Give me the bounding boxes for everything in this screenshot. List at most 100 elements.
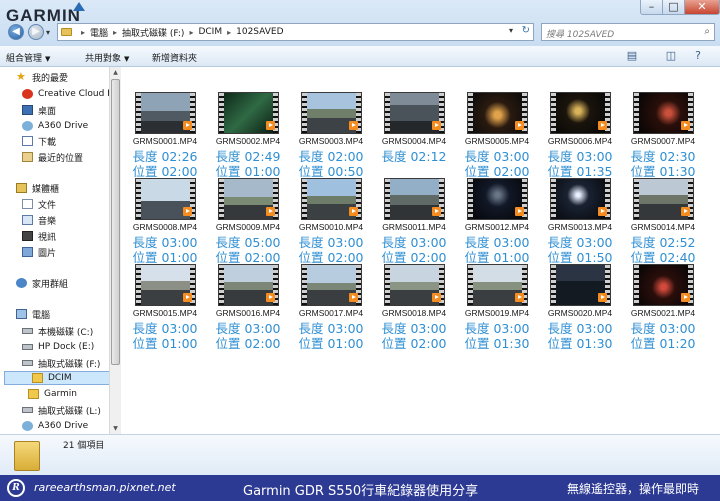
- file-tile[interactable]: GRMS0018.MP4 長度 03:00 位置 02:00: [375, 264, 453, 351]
- recent-pages-dropdown-icon[interactable]: ▾: [46, 28, 50, 37]
- minimize-button[interactable]: –: [640, 0, 663, 15]
- scroll-down-icon[interactable]: ▼: [110, 423, 121, 434]
- file-name[interactable]: GRMS0009.MP4: [209, 222, 287, 232]
- new-folder-button[interactable]: 新增資料夾: [152, 51, 197, 64]
- file-name[interactable]: GRMS0007.MP4: [624, 136, 702, 146]
- file-tile[interactable]: GRMS0017.MP4 長度 03:00 位置 01:00: [292, 264, 370, 351]
- file-tile[interactable]: GRMS0010.MP4 長度 03:00 位置 02:00: [292, 178, 370, 265]
- back-button[interactable]: ◀: [8, 24, 24, 40]
- sidebar-item-15[interactable]: 抽取式磁碟 (F:): [22, 356, 100, 370]
- sidebar-item-10[interactable]: 圖片: [22, 245, 56, 259]
- file-tile[interactable]: GRMS0002.MP4 長度 02:49 位置 01:00: [209, 92, 287, 179]
- file-name[interactable]: GRMS0017.MP4: [292, 308, 370, 318]
- share-menu[interactable]: 共用對象 ▼: [85, 51, 129, 64]
- file-name[interactable]: GRMS0012.MP4: [458, 222, 536, 232]
- video-thumbnail[interactable]: [467, 178, 528, 220]
- sidebar-item-4[interactable]: 下載: [22, 134, 56, 148]
- forward-button[interactable]: ▶: [28, 24, 44, 40]
- sidebar-item-17[interactable]: Garmin: [28, 387, 77, 401]
- organize-menu[interactable]: 組合管理 ▼: [6, 51, 50, 64]
- file-name[interactable]: GRMS0020.MP4: [541, 308, 619, 318]
- file-tile[interactable]: GRMS0006.MP4 長度 03:00 位置 01:35: [541, 92, 619, 179]
- file-tile[interactable]: GRMS0019.MP4 長度 03:00 位置 01:30: [458, 264, 536, 351]
- file-name[interactable]: GRMS0003.MP4: [292, 136, 370, 146]
- video-thumbnail[interactable]: [384, 92, 445, 134]
- scrollbar-thumb[interactable]: [111, 79, 120, 365]
- file-tile[interactable]: GRMS0004.MP4 長度 02:12: [375, 92, 453, 178]
- video-thumbnail[interactable]: [218, 92, 279, 134]
- video-thumbnail[interactable]: [218, 264, 279, 306]
- video-thumbnail[interactable]: [301, 92, 362, 134]
- file-name[interactable]: GRMS0002.MP4: [209, 136, 287, 146]
- sidebar-item-1[interactable]: Creative Cloud F: [22, 87, 112, 101]
- preview-pane-icon[interactable]: ◫: [663, 49, 679, 63]
- sidebar-item-12[interactable]: 電腦: [16, 307, 50, 321]
- video-thumbnail[interactable]: [467, 92, 528, 134]
- file-name[interactable]: GRMS0019.MP4: [458, 308, 536, 318]
- file-name[interactable]: GRMS0005.MP4: [458, 136, 536, 146]
- video-thumbnail[interactable]: [633, 92, 694, 134]
- search-input[interactable]: 搜尋 102SAVED ⌕: [541, 23, 715, 41]
- breadcrumb-separator[interactable]: ▸: [81, 28, 85, 37]
- file-name[interactable]: GRMS0010.MP4: [292, 222, 370, 232]
- sidebar-item-2[interactable]: 桌面: [22, 103, 56, 117]
- file-name[interactable]: GRMS0011.MP4: [375, 222, 453, 232]
- file-name[interactable]: GRMS0014.MP4: [624, 222, 702, 232]
- breadcrumb-drive-f[interactable]: 抽取式磁碟 (F:): [122, 26, 184, 39]
- sidebar-item-13[interactable]: 本機磁碟 (C:): [22, 324, 93, 338]
- file-name[interactable]: GRMS0016.MP4: [209, 308, 287, 318]
- sidebar-item-16[interactable]: DCIM: [4, 371, 116, 385]
- video-thumbnail[interactable]: [633, 178, 694, 220]
- file-tile[interactable]: GRMS0008.MP4 長度 03:00 位置 01:00: [126, 178, 204, 265]
- sidebar-item-5[interactable]: 最近的位置: [22, 150, 83, 164]
- video-thumbnail[interactable]: [135, 264, 196, 306]
- sidebar-item-8[interactable]: 音樂: [22, 213, 56, 227]
- file-tile[interactable]: GRMS0011.MP4 長度 03:00 位置 02:00: [375, 178, 453, 265]
- video-thumbnail[interactable]: [384, 178, 445, 220]
- file-tile[interactable]: GRMS0016.MP4 長度 03:00 位置 02:00: [209, 264, 287, 351]
- video-thumbnail[interactable]: [550, 178, 611, 220]
- breadcrumb-separator[interactable]: ▸: [227, 28, 231, 37]
- video-thumbnail[interactable]: [550, 264, 611, 306]
- file-name[interactable]: GRMS0006.MP4: [541, 136, 619, 146]
- sidebar-item-14[interactable]: HP Dock (E:): [22, 340, 94, 354]
- video-thumbnail[interactable]: [467, 264, 528, 306]
- sidebar-item-7[interactable]: 文件: [22, 197, 56, 211]
- breadcrumb-102saved[interactable]: 102SAVED: [236, 27, 283, 37]
- sidebar-item-19[interactable]: A360 Drive: [22, 419, 88, 433]
- video-thumbnail[interactable]: [633, 264, 694, 306]
- file-tile[interactable]: GRMS0020.MP4 長度 03:00 位置 01:30: [541, 264, 619, 351]
- sidebar-item-9[interactable]: 視訊: [22, 229, 56, 243]
- video-thumbnail[interactable]: [135, 178, 196, 220]
- search-icon[interactable]: ⌕: [704, 26, 710, 37]
- sidebar-item-18[interactable]: 抽取式磁碟 (L:): [22, 403, 101, 417]
- address-bar[interactable]: ▸ 電腦 ▸ 抽取式磁碟 (F:) ▸ DCIM ▸ 102SAVED ▾ ↻: [57, 23, 534, 41]
- video-thumbnail[interactable]: [301, 264, 362, 306]
- file-tile[interactable]: GRMS0001.MP4 長度 02:26 位置 02:00: [126, 92, 204, 179]
- video-thumbnail[interactable]: [384, 264, 445, 306]
- refresh-icon[interactable]: ↻: [522, 25, 530, 36]
- video-thumbnail[interactable]: [550, 92, 611, 134]
- file-tile[interactable]: GRMS0007.MP4 長度 02:30 位置 01:30: [624, 92, 702, 179]
- video-thumbnail[interactable]: [301, 178, 362, 220]
- file-name[interactable]: GRMS0015.MP4: [126, 308, 204, 318]
- sidebar-item-11[interactable]: 家用群組: [16, 276, 68, 290]
- breadcrumb-separator[interactable]: ▸: [113, 28, 117, 37]
- file-name[interactable]: GRMS0001.MP4: [126, 136, 204, 146]
- scroll-up-icon[interactable]: ▲: [110, 67, 121, 78]
- help-icon[interactable]: ?: [690, 49, 706, 63]
- file-tile[interactable]: GRMS0009.MP4 長度 05:00 位置 02:00: [209, 178, 287, 265]
- file-tile[interactable]: GRMS0003.MP4 長度 02:00 位置 00:50: [292, 92, 370, 179]
- file-name[interactable]: GRMS0021.MP4: [624, 308, 702, 318]
- file-tile[interactable]: GRMS0021.MP4 長度 03:00 位置 01:20: [624, 264, 702, 351]
- file-name[interactable]: GRMS0004.MP4: [375, 136, 453, 146]
- maximize-button[interactable]: □: [663, 0, 685, 15]
- file-name[interactable]: GRMS0013.MP4: [541, 222, 619, 232]
- sidebar-item-6[interactable]: 媒體櫃: [16, 181, 59, 195]
- breadcrumb-computer[interactable]: 電腦: [90, 26, 108, 39]
- sidebar-item-3[interactable]: A360 Drive: [22, 119, 88, 133]
- file-tile[interactable]: GRMS0014.MP4 長度 02:52 位置 02:40: [624, 178, 702, 265]
- file-tile[interactable]: GRMS0005.MP4 長度 03:00 位置 02:00: [458, 92, 536, 179]
- close-button[interactable]: ✕: [685, 0, 720, 15]
- breadcrumb-dcim[interactable]: DCIM: [198, 27, 222, 37]
